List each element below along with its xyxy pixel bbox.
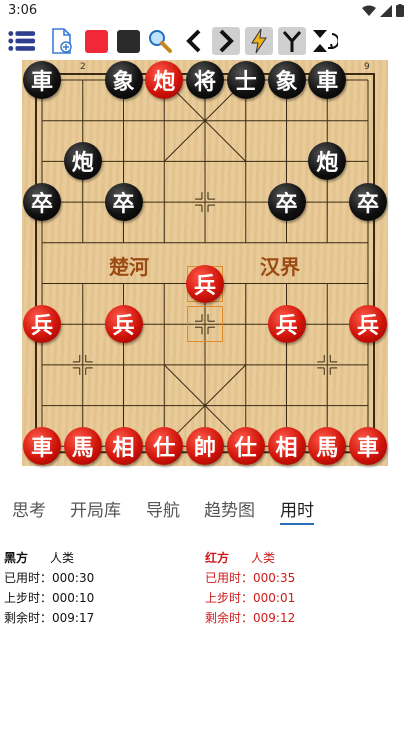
piece-red[interactable]: 兵 [104,305,143,344]
black-remaining-time: 剩余时：009:17 [4,611,95,625]
piece-black[interactable]: 卒 [23,183,61,222]
piece-black[interactable]: 象 [104,61,143,99]
piece-black[interactable]: 卒 [349,183,387,222]
tab-think[interactable]: 思考 [12,496,46,521]
coord-top-right: 9 [364,62,370,72]
new-file-icon[interactable] [48,27,76,55]
piece-red[interactable]: 馬 [63,427,102,466]
black-used-time: 已用时：000:30 [4,571,95,585]
piece-red[interactable]: 炮 [145,61,184,99]
battery-icon [396,4,404,17]
piece-black[interactable]: 車 [23,61,61,99]
piece-red[interactable]: 兵 [186,264,224,303]
piece-black[interactable]: 卒 [267,183,306,222]
piece-red[interactable]: 兵 [349,305,387,344]
flip-icon[interactable] [310,27,338,55]
piece-black[interactable]: 象 [267,61,306,99]
red-remaining-time: 剩余时：009:12 [205,611,296,625]
black-time-panel: 黑方 人类 已用时：000:30 上步时：000:10 剩余时：009:17 [4,548,94,628]
piece-red[interactable]: 仕 [226,427,265,466]
red-time-panel: 红方 人类 已用时：000:35 上步时：000:01 剩余时：009:12 [205,548,295,628]
river-right-label: 汉界 [260,255,300,279]
piece-black[interactable]: 炮 [63,142,102,181]
red-side-label: 红方 [205,551,230,565]
back-icon[interactable] [180,27,208,55]
status-icons [362,4,404,17]
black-last-step-time: 上步时：000:10 [4,591,95,605]
piece-red[interactable]: 相 [267,427,306,466]
search-icon[interactable] [146,27,174,55]
status-time: 3:06 [8,3,38,18]
piece-red[interactable]: 相 [104,427,143,466]
last-move-from-highlight [187,306,223,343]
red-square-icon[interactable] [82,27,110,55]
piece-black[interactable]: 卒 [104,183,143,222]
board-grid [35,73,375,454]
black-player-label: 人类 [50,551,75,565]
river-left-label: 楚河 [109,255,149,279]
red-last-step-time: 上步时：000:01 [205,591,296,605]
coord-top-left: 2 [80,62,86,72]
red-used-time: 已用时：000:35 [205,571,296,585]
tab-bar: 思考 开局库 导航 趋势图 用时 [0,496,412,526]
tab-trend-chart[interactable]: 趋势图 [204,496,255,521]
piece-red[interactable]: 兵 [267,305,306,344]
tab-navigation[interactable]: 导航 [146,496,180,521]
wifi-icon [362,5,376,16]
red-player-label: 人类 [251,551,276,565]
forward-icon[interactable] [212,27,240,55]
menu-icon[interactable] [8,27,36,55]
branch-icon[interactable] [278,27,306,55]
piece-red[interactable]: 兵 [23,305,61,344]
piece-black[interactable]: 士 [226,61,265,99]
piece-black[interactable]: 車 [308,61,347,99]
tab-opening-book[interactable]: 开局库 [70,496,121,521]
lightning-icon[interactable] [245,27,273,55]
black-square-icon[interactable] [114,27,142,55]
toolbar [0,24,412,58]
piece-black[interactable]: 将 [186,61,224,99]
status-bar: 3:06 [0,0,412,24]
signal-icon [380,4,392,17]
tab-time-used[interactable]: 用时 [280,496,314,525]
black-side-label: 黑方 [4,551,29,565]
xiangqi-board[interactable]: 2 9 楚河 汉界 車象炮将士象車炮炮卒卒卒卒兵兵兵兵兵車馬相仕帥仕相馬車 [22,60,388,466]
